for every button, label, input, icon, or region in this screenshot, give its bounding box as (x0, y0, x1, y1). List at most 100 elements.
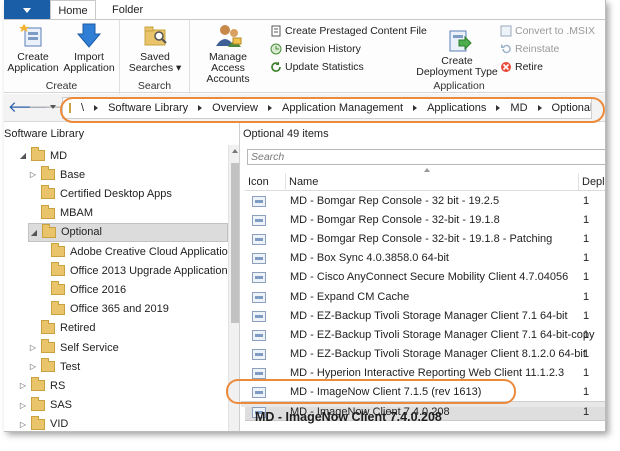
create-deployment-type-label: Create Deployment Type (416, 55, 498, 78)
tab-folder[interactable]: Folder (102, 0, 153, 20)
folder-icon (31, 377, 45, 392)
file-menu-button[interactable] (4, 0, 50, 20)
expand-icon[interactable]: ▷ (28, 362, 38, 371)
table-row[interactable]: MD - EZ-Backup Tivoli Storage Manager Cl… (245, 326, 605, 345)
reinstate-icon (500, 43, 512, 55)
row-deployments: 1 (583, 271, 590, 284)
ribbon-group-application: Manage Access Accounts Create Prestaged … (190, 20, 605, 94)
row-name: MD - EZ-Backup Tivoli Storage Manager Cl… (290, 347, 586, 360)
row-name: MD - Bomgar Rep Console - 32-bit - 19.1.… (290, 233, 553, 246)
folder-icon (41, 185, 55, 200)
collapse-icon[interactable]: ◢ (18, 151, 28, 160)
tree-item-label: MBAM (60, 207, 93, 220)
revision-history-button[interactable]: Revision History (270, 41, 361, 57)
refresh-icon (270, 61, 282, 73)
tree-item-label: Self Service (60, 341, 119, 354)
tree-item-mbam[interactable]: MBAM (28, 204, 93, 223)
back-arrow-icon[interactable]: 🡐 (8, 100, 48, 116)
column-header-icon[interactable]: Icon (245, 173, 286, 191)
saved-searches-button[interactable]: Saved Searches ▾ (126, 22, 184, 74)
retire-icon (500, 61, 512, 73)
tree-item-certified-desktop-apps[interactable]: Certified Desktop Apps (28, 184, 172, 203)
table-row[interactable]: MD - Bomgar Rep Console - 32 bit - 19.2.… (245, 192, 605, 211)
reinstate-button[interactable]: Reinstate (500, 41, 559, 57)
folder-icon (42, 223, 56, 238)
create-deployment-type-button[interactable]: Create Deployment Type (416, 26, 498, 78)
create-application-button[interactable]: Create Application (6, 22, 60, 74)
dropdown-arrow-icon (23, 7, 31, 13)
folder-icon (41, 204, 55, 219)
table-row[interactable]: MD - Bomgar Rep Console - 32-bit - 19.1.… (245, 211, 605, 230)
row-deployments: 1 (583, 195, 590, 207)
row-name: MD - Bomgar Rep Console - 32 bit - 19.2.… (290, 195, 500, 207)
tab-home[interactable]: Home (50, 0, 96, 20)
table-row[interactable]: MD - Cisco AnyConnect Secure Mobility Cl… (245, 268, 605, 287)
tree-item-label: MD (50, 149, 68, 162)
tree-item-label: Base (60, 168, 86, 181)
tree-item-rs[interactable]: ▷ RS (18, 376, 65, 395)
tree-item-label: Office 2016 (70, 283, 127, 296)
convert-to-msix-button[interactable]: Convert to .MSIX (500, 23, 595, 39)
row-name: MD - Bomgar Rep Console - 32-bit - 19.1.… (290, 214, 500, 227)
tree-item-md[interactable]: ◢ MD (18, 146, 67, 165)
tree-item-vid[interactable]: ▷ VID (18, 415, 68, 431)
row-deployments: 1 (583, 233, 590, 246)
application-icon (252, 348, 266, 360)
tree-item-office-2013-upgrade-applications[interactable]: Office 2013 Upgrade Applications (38, 261, 233, 280)
manage-access-accounts-button[interactable]: Manage Access Accounts (194, 22, 262, 85)
create-prestaged-content-label: Create Prestaged Content File (285, 25, 427, 37)
collapse-icon[interactable]: ◢ (29, 228, 39, 237)
row-name: MD - Cisco AnyConnect Secure Mobility Cl… (290, 271, 569, 284)
table-row[interactable]: MD - EZ-Backup Tivoli Storage Manager Cl… (245, 307, 605, 326)
row-name: MD - EZ-Backup Tivoli Storage Manager Cl… (290, 328, 595, 341)
expand-icon[interactable]: ▷ (28, 170, 38, 179)
tree-item-retired[interactable]: Retired (28, 319, 95, 338)
table-row[interactable]: MD - Bomgar Rep Console - 32-bit - 19.1.… (245, 230, 605, 249)
search-input[interactable] (247, 149, 605, 165)
tree-item-office-365-and-2019[interactable]: Office 365 and 2019 (38, 300, 169, 319)
tree-item-label: Retired (60, 322, 96, 335)
create-prestaged-content-button[interactable]: Create Prestaged Content File (270, 23, 427, 39)
forward-arrow-icon[interactable]: 🡒 (28, 100, 68, 116)
import-application-button[interactable]: Import Application (62, 22, 116, 74)
application-icon (252, 367, 266, 379)
ribbon-group-search: Saved Searches ▾ Search (120, 20, 190, 94)
row-deployments: 1 (583, 309, 590, 322)
navigation-pane: Software Library ◢ MD ▷ Base Certified Deskt… (4, 123, 240, 431)
tree-item-self-service[interactable]: ▷ Self Service (28, 338, 119, 357)
column-header-deployments[interactable]: Depl (579, 173, 605, 191)
folder-icon (41, 319, 55, 334)
users-icon (213, 22, 243, 50)
tree-item-optional[interactable]: ◢ Optional (28, 222, 228, 242)
column-header-name[interactable]: Name (286, 173, 579, 191)
expand-icon[interactable]: ▷ (28, 343, 38, 352)
folder-icon (31, 396, 45, 411)
application-icon (252, 253, 266, 265)
scroll-thumb[interactable] (231, 163, 239, 323)
tree-item-adobe-creative-cloud-applications[interactable]: Adobe Creative Cloud Applications (38, 242, 239, 261)
tree-item-label: Test (60, 360, 81, 373)
ribbon-group-create: Create Application Import Application Cr… (4, 20, 120, 94)
table-row[interactable]: MD - Box Sync 4.0.3858.0 64-bit 1 (245, 249, 605, 268)
row-name: MD - Expand CM Cache (290, 290, 410, 303)
tree-item-office-2016[interactable]: Office 2016 (38, 280, 126, 299)
scroll-up-icon[interactable] (232, 149, 238, 153)
history-dropdown-icon[interactable] (50, 105, 56, 109)
expand-icon[interactable]: ▷ (18, 420, 28, 429)
expand-icon[interactable]: ▷ (18, 381, 28, 390)
folder-icon (41, 339, 55, 353)
tree-item-base[interactable]: ▷ Base (28, 165, 85, 184)
ribbon-tab-bar: Home Folder (4, 0, 605, 20)
table-row[interactable]: MD - EZ-Backup Tivoli Storage Manager Cl… (245, 345, 605, 364)
update-statistics-button[interactable]: Update Statistics (270, 59, 364, 75)
expand-icon[interactable]: ▷ (18, 401, 28, 410)
folder-icon (31, 415, 45, 430)
folder-icon (51, 262, 65, 277)
tree-item-sas[interactable]: ▷ SAS (18, 396, 72, 415)
table-row[interactable]: MD - Expand CM Cache 1 (245, 288, 605, 307)
row-deployments: 1 (583, 386, 590, 398)
tree-item-test[interactable]: ▷ Test (28, 357, 80, 376)
document-icon (270, 25, 282, 37)
retire-button[interactable]: Retire (500, 59, 543, 75)
folder-icon (41, 166, 55, 181)
